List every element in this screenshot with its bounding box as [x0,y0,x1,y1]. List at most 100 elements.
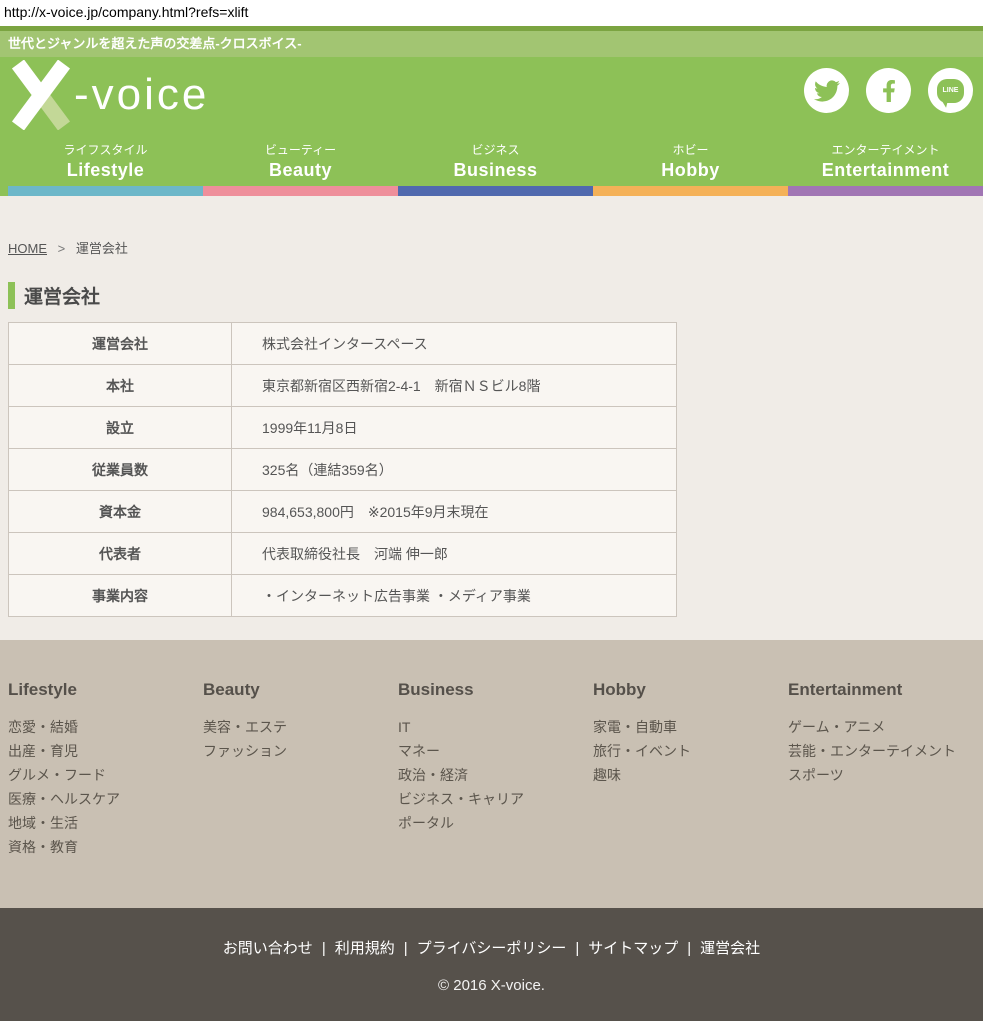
site-tagline: 世代とジャンルを超えた声の交差点-クロスボイス- [0,31,983,57]
line-icon[interactable]: LINE [928,68,973,113]
page-title: 運営会社 [8,282,983,309]
footer-col-entertainment: Entertainment ゲーム・アニメ 芸能・エンターテイメント スポーツ [788,680,983,908]
row-label: 設立 [9,407,232,449]
nav-item-lifestyle[interactable]: ライフスタイル Lifestyle [8,141,203,186]
footer-heading: Lifestyle [8,680,203,700]
breadcrumb-home-link[interactable]: HOME [8,241,47,256]
footer-col-beauty: Beauty 美容・エステ ファッション [203,680,398,908]
nav-label-ja: ビジネス [398,141,593,158]
footer-link[interactable]: 恋愛・結婚 [8,715,203,739]
row-label: 事業内容 [9,575,232,617]
bottom-link-contact[interactable]: お問い合わせ [223,940,313,957]
footer-heading: Entertainment [788,680,983,700]
facebook-f-glyph [878,80,900,102]
footer-link[interactable]: ファッション [203,739,398,763]
table-row: 代表者 代表取締役社長 河端 伸一郎 [9,533,677,575]
twitter-bird-glyph [814,78,840,104]
footer-link[interactable]: 美容・エステ [203,715,398,739]
table-row: 設立 1999年11月8日 [9,407,677,449]
nav-item-entertainment[interactable]: エンターテイメント Entertainment [788,141,983,186]
footer-link[interactable]: 医療・ヘルスケア [8,787,203,811]
nav-label-ja: ビューティー [203,141,398,158]
nav-label-en: Entertainment [788,160,983,181]
bottom-links: お問い合わせ|利用規約|プライバシーポリシー|サイトマップ|運営会社 [0,937,983,958]
bottom-link-privacy[interactable]: プライバシーポリシー [417,940,567,957]
url-bar: http://x-voice.jp/company.html?refs=xlif… [0,0,983,26]
row-label: 本社 [9,365,232,407]
row-value: 325名（連結359名） [232,449,677,491]
color-seg-lifestyle [8,186,203,196]
footer-link[interactable]: IT [398,715,593,739]
page: http://x-voice.jp/company.html?refs=xlif… [0,0,983,1021]
row-value: 株式会社インタースペース [232,323,677,365]
row-value: ・インターネット広告事業 ・メディア事業 [232,575,677,617]
color-seg-hobby [593,186,788,196]
footer-link[interactable]: 出産・育児 [8,739,203,763]
footer-col-hobby: Hobby 家電・自動車 旅行・イベント 趣味 [593,680,788,908]
footer-link[interactable]: 資格・教育 [8,835,203,859]
footer-link[interactable]: ゲーム・アニメ [788,715,983,739]
nav-label-ja: エンターテイメント [788,141,983,158]
footer: Lifestyle 恋愛・結婚 出産・育児 グルメ・フード 医療・ヘルスケア 地… [0,640,983,908]
nav-label-en: Beauty [203,160,398,181]
copyright: © 2016 X-voice. [0,977,983,994]
logo-text: -voice [74,62,209,128]
x-logo-mark [8,60,72,130]
facebook-icon[interactable] [866,68,911,113]
footer-link[interactable]: グルメ・フード [8,763,203,787]
row-label: 従業員数 [9,449,232,491]
title-accent-bar [8,282,15,309]
footer-link[interactable]: 地域・生活 [8,811,203,835]
site-header: -voice LINE ライフスタイル Lifesty [0,57,983,186]
breadcrumb-separator: > [58,241,66,256]
row-value: 1999年11月8日 [232,407,677,449]
company-info-table: 運営会社 株式会社インタースペース 本社 東京都新宿区西新宿2-4-1 新宿ＮＳ… [8,322,677,617]
table-row: 本社 東京都新宿区西新宿2-4-1 新宿ＮＳビル8階 [9,365,677,407]
footer-link[interactable]: 旅行・イベント [593,739,788,763]
table-row: 資本金 984,653,800円 ※2015年9月末現在 [9,491,677,533]
footer-link[interactable]: 家電・自動車 [593,715,788,739]
color-seg-beauty [203,186,398,196]
nav-label-en: Lifestyle [8,160,203,181]
line-bubble-glyph: LINE [937,79,964,103]
page-title-text: 運営会社 [24,282,100,309]
bottom-link-separator: | [687,940,691,957]
table-row: 運営会社 株式会社インタースペース [9,323,677,365]
row-value: 代表取締役社長 河端 伸一郎 [232,533,677,575]
main-content: HOME > 運営会社 運営会社 運営会社 株式会社インタースペース 本社 東京… [0,196,983,640]
footer-link[interactable]: マネー [398,739,593,763]
row-label: 運営会社 [9,323,232,365]
footer-link[interactable]: 政治・経済 [398,763,593,787]
bottom-link-company[interactable]: 運営会社 [700,940,760,957]
twitter-icon[interactable] [804,68,849,113]
footer-link[interactable]: ポータル [398,811,593,835]
bottom-bar: お問い合わせ|利用規約|プライバシーポリシー|サイトマップ|運営会社 © 201… [0,908,983,1021]
footer-heading: Beauty [203,680,398,700]
footer-heading: Hobby [593,680,788,700]
bottom-link-separator: | [322,940,326,957]
color-seg-entertainment [788,186,983,196]
site-logo[interactable]: -voice [8,60,209,130]
footer-col-lifestyle: Lifestyle 恋愛・結婚 出産・育児 グルメ・フード 医療・ヘルスケア 地… [8,680,203,908]
nav-label-en: Hobby [593,160,788,181]
row-label: 代表者 [9,533,232,575]
row-value: 東京都新宿区西新宿2-4-1 新宿ＮＳビル8階 [232,365,677,407]
nav-item-business[interactable]: ビジネス Business [398,141,593,186]
bottom-link-terms[interactable]: 利用規約 [335,940,395,957]
nav-label-ja: ライフスタイル [8,141,203,158]
nav-item-beauty[interactable]: ビューティー Beauty [203,141,398,186]
nav-item-hobby[interactable]: ホビー Hobby [593,141,788,186]
row-label: 資本金 [9,491,232,533]
nav-label-ja: ホビー [593,141,788,158]
line-label: LINE [943,87,959,94]
breadcrumb-current: 運営会社 [76,241,128,256]
table-row: 事業内容 ・インターネット広告事業 ・メディア事業 [9,575,677,617]
footer-link[interactable]: 芸能・エンターテイメント [788,739,983,763]
bottom-link-sitemap[interactable]: サイトマップ [588,940,678,957]
footer-link[interactable]: スポーツ [788,763,983,787]
footer-link[interactable]: ビジネス・キャリア [398,787,593,811]
row-value: 984,653,800円 ※2015年9月末現在 [232,491,677,533]
category-color-bar [0,186,983,196]
bottom-link-separator: | [575,940,579,957]
footer-link[interactable]: 趣味 [593,763,788,787]
